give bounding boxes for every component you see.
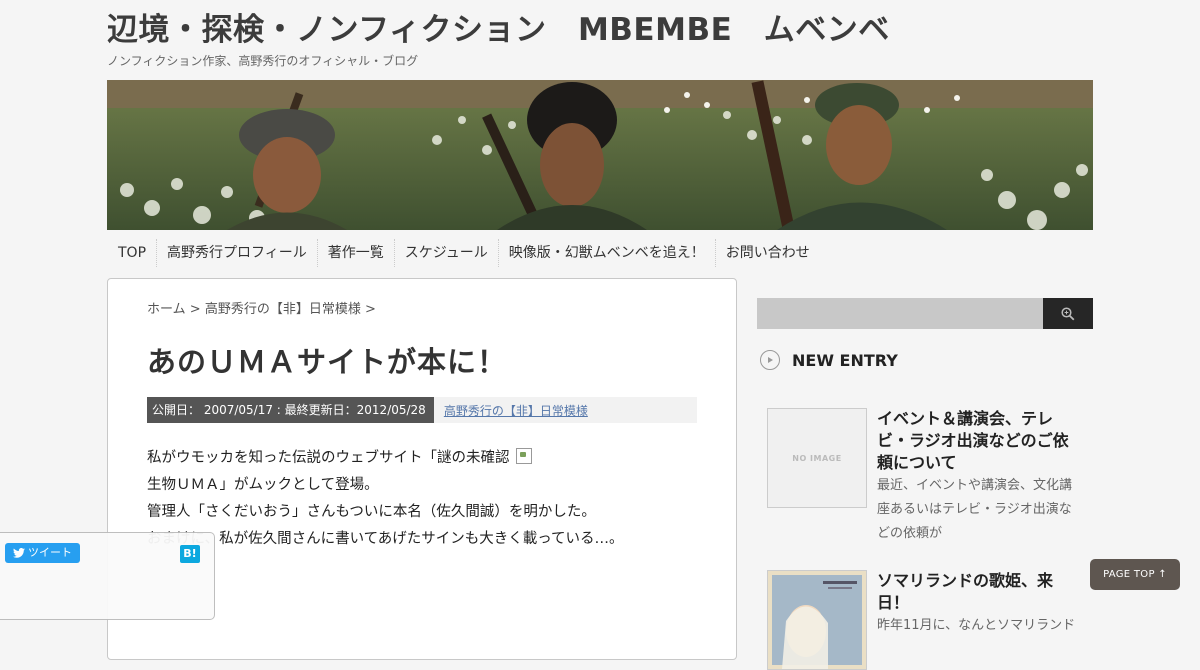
nav-item-works[interactable]: 著作一覧 bbox=[316, 239, 394, 267]
broken-image-icon bbox=[515, 448, 532, 464]
hatena-bookmark-button[interactable]: B! bbox=[180, 545, 200, 563]
twitter-bird-icon bbox=[13, 548, 25, 558]
breadcrumb-separator: > bbox=[364, 302, 376, 317]
entry-title[interactable]: ソマリランドの歌姫、来日！ bbox=[877, 570, 1077, 614]
nav-item-video[interactable]: 映像版・幻獣ムベンベを追え！ bbox=[497, 239, 715, 267]
post-meta: 公開日： 2007/05/17 : 最終更新日：2012/05/28 高野秀行の… bbox=[147, 397, 697, 423]
post-body: 私がウモッカを知った伝説のウェブサイト「謎の未確認 生物ＵＭＡ」がムックとして登… bbox=[147, 445, 623, 553]
post-category-link[interactable]: 高野秀行の【非】日常模様 bbox=[444, 402, 588, 419]
nav-item-profile[interactable]: 高野秀行プロフィール bbox=[156, 239, 317, 267]
post-paragraph: 管理人「さくだいおう」さんもついに本名（佐久間誠）を明かした。 bbox=[147, 504, 596, 520]
entry-excerpt: 昨年11月に、なんとソマリランド bbox=[877, 618, 1076, 633]
no-image-thumbnail[interactable]: NO IMAGE bbox=[767, 408, 867, 508]
new-entry-heading: NEW ENTRY bbox=[760, 350, 898, 370]
tweet-button[interactable]: ツイート bbox=[5, 543, 80, 563]
page-top-button[interactable]: PAGE TOP ↑ bbox=[1090, 559, 1180, 590]
breadcrumb-separator: > bbox=[189, 302, 201, 317]
post-paragraph: おまけに、私が佐久間さんに書いてあげたサインも大きく載っている…。 bbox=[147, 531, 624, 547]
search-button[interactable] bbox=[1043, 298, 1093, 329]
post-paragraph: 私がウモッカを知った伝説のウェブサイト「謎の未確認 bbox=[147, 450, 510, 466]
post-dates: 公開日： 2007/05/17 : 最終更新日：2012/05/28 bbox=[147, 397, 434, 423]
site-description: ノンフィクション作家、高野秀行のオフィシャル・ブログ bbox=[107, 54, 419, 68]
search-input[interactable] bbox=[757, 298, 1043, 329]
global-nav: TOP 高野秀行プロフィール 著作一覧 スケジュール 映像版・幻獣ムベンベを追え… bbox=[107, 236, 820, 270]
entry-excerpt: 最近、イベントや講演会、文化講座あるいはテレビ・ラジオ出演などの依頼が bbox=[877, 478, 1073, 541]
header-image bbox=[107, 80, 1093, 230]
breadcrumb-category[interactable]: 高野秀行の【非】日常模様 bbox=[205, 302, 361, 317]
breadcrumb-home[interactable]: ホーム bbox=[147, 302, 186, 317]
nav-item-contact[interactable]: お問い合わせ bbox=[714, 239, 820, 267]
post-paragraph: 生物ＵＭＡ」がムックとして登場。 bbox=[147, 477, 379, 493]
entry-title[interactable]: イベント＆講演会、テレビ・ラジオ出演などのご依頼について bbox=[877, 408, 1077, 474]
search-icon bbox=[1061, 306, 1075, 320]
breadcrumb: ホーム > 高野秀行の【非】日常模様 > bbox=[147, 298, 376, 317]
play-circle-icon bbox=[760, 350, 780, 370]
tweet-label: ツイート bbox=[28, 546, 72, 559]
entry-thumbnail[interactable] bbox=[767, 570, 867, 670]
share-panel: ツイート B! bbox=[0, 532, 215, 620]
widget-title: NEW ENTRY bbox=[792, 350, 898, 370]
site-title[interactable]: 辺境・探検・ノンフィクション MBEMBE ムベンベ bbox=[107, 4, 890, 49]
post-title: あのＵＭＡサイトが本に！ bbox=[147, 345, 508, 379]
nav-item-schedule[interactable]: スケジュール bbox=[393, 239, 498, 267]
nav-item-top[interactable]: TOP bbox=[107, 239, 156, 267]
